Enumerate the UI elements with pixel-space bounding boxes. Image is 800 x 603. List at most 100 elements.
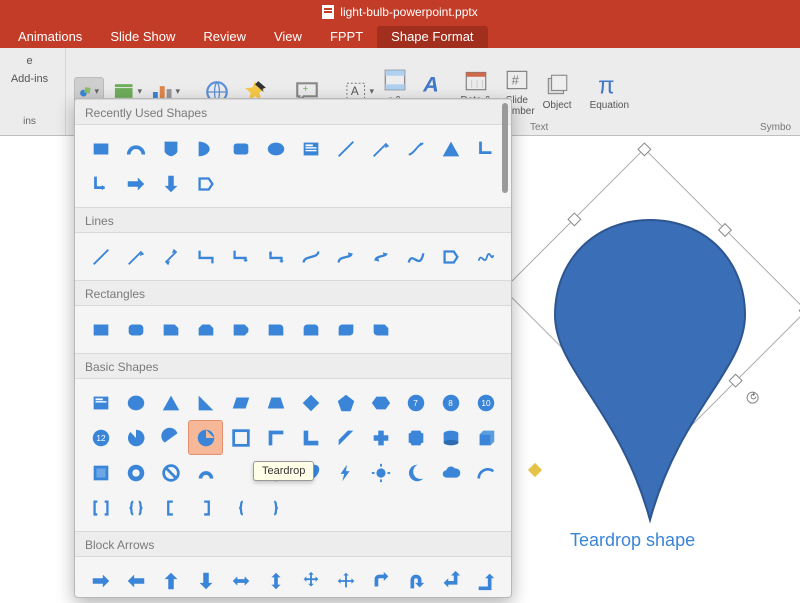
rect-round1[interactable] (258, 312, 293, 347)
shape-pie[interactable] (118, 420, 153, 455)
rect[interactable] (83, 312, 118, 347)
shape-l[interactable] (293, 420, 328, 455)
scribble[interactable] (468, 239, 503, 274)
shape-frame[interactable] (223, 420, 258, 455)
arrow-updown[interactable] (258, 563, 293, 598)
shape-line-arrow[interactable] (363, 131, 398, 166)
line-double-arrow[interactable] (153, 239, 188, 274)
arrow-tri[interactable] (328, 563, 363, 598)
shape-cube[interactable] (468, 420, 503, 455)
arrow-bent-up[interactable] (468, 563, 503, 598)
tab-slide-show[interactable]: Slide Show (96, 26, 189, 48)
shape-cross[interactable] (363, 420, 398, 455)
shape-can[interactable] (433, 420, 468, 455)
shape-right-brace[interactable] (258, 490, 293, 525)
shape-arc[interactable] (118, 131, 153, 166)
shape-half-circle[interactable] (188, 131, 223, 166)
arrow-uturn[interactable] (398, 563, 433, 598)
shape-plaque[interactable] (398, 420, 433, 455)
shape-trapezoid[interactable] (258, 385, 293, 420)
shape-octagon[interactable]: 8 (433, 385, 468, 420)
shape-right-triangle[interactable] (188, 385, 223, 420)
shape-block-arc[interactable] (188, 455, 223, 490)
curve-freeform[interactable] (398, 239, 433, 274)
shape-sun[interactable] (363, 455, 398, 490)
teardrop-shape-on-canvas[interactable] (540, 210, 760, 490)
elbow-connector[interactable] (188, 239, 223, 274)
shape-line[interactable] (328, 131, 363, 166)
rect-snip-round[interactable] (363, 312, 398, 347)
tab-animations[interactable]: Animations (4, 26, 96, 48)
curve-arrow[interactable] (328, 239, 363, 274)
shape-triangle[interactable] (433, 131, 468, 166)
equation-button[interactable]: π Equation (590, 72, 629, 111)
shape-oval2[interactable] (118, 385, 153, 420)
arrow-leftright[interactable] (223, 563, 258, 598)
shape-textbox2[interactable] (83, 385, 118, 420)
rect-snip1[interactable] (153, 312, 188, 347)
shape-triangle2[interactable] (153, 385, 188, 420)
shape-arc2[interactable] (468, 455, 503, 490)
object-button[interactable]: Object (543, 72, 572, 111)
shape-dodecagon[interactable]: 12 (83, 420, 118, 455)
shape-diamond[interactable] (293, 385, 328, 420)
line-1[interactable] (83, 239, 118, 274)
shape-folded-corner[interactable]: Teardrop (223, 455, 258, 490)
arrow-down[interactable] (188, 563, 223, 598)
shape-donut[interactable] (118, 455, 153, 490)
line-arrow[interactable] (118, 239, 153, 274)
shape-parallelogram[interactable] (223, 385, 258, 420)
shape-bevel[interactable] (83, 455, 118, 490)
svg-text:8: 8 (448, 398, 453, 407)
arrow-right[interactable] (83, 563, 118, 598)
shape-textbox[interactable] (293, 131, 328, 166)
shape-shield[interactable] (153, 131, 188, 166)
shape-moon[interactable] (398, 455, 433, 490)
shape-elbow1[interactable] (468, 131, 503, 166)
shape-no[interactable] (153, 455, 188, 490)
shape-diag-stripe[interactable] (328, 420, 363, 455)
shape-double-brace[interactable] (118, 490, 153, 525)
shape-down-arrow[interactable] (153, 166, 188, 201)
tab-review[interactable]: Review (189, 26, 260, 48)
rect-round2[interactable] (293, 312, 328, 347)
shape-left-bracket[interactable] (153, 490, 188, 525)
tab-view[interactable]: View (260, 26, 316, 48)
rect-snip3[interactable] (223, 312, 258, 347)
elbow-connector-arrow[interactable] (223, 239, 258, 274)
shape-freeform[interactable] (188, 166, 223, 201)
arrow-bent[interactable] (363, 563, 398, 598)
tab-shape-format[interactable]: Shape Format (377, 26, 487, 48)
shape-connector[interactable] (398, 131, 433, 166)
shape-cloud[interactable] (433, 455, 468, 490)
shape-pentagon[interactable] (328, 385, 363, 420)
shape-right-bracket[interactable] (188, 490, 223, 525)
tab-fppt[interactable]: FPPT (316, 26, 377, 48)
curve-connector[interactable] (293, 239, 328, 274)
shape-elbow2[interactable] (83, 166, 118, 201)
elbow-double[interactable] (258, 239, 293, 274)
shape-decagon[interactable]: 10 (468, 385, 503, 420)
shape-chord[interactable] (153, 420, 188, 455)
arrow-left-up[interactable] (433, 563, 468, 598)
shape-right-arrow[interactable] (118, 166, 153, 201)
rect-round[interactable] (118, 312, 153, 347)
rect-round-diag[interactable] (328, 312, 363, 347)
shape-left-brace[interactable] (223, 490, 258, 525)
rect-snip2[interactable] (188, 312, 223, 347)
shape-rectangle[interactable] (83, 131, 118, 166)
addins-mid[interactable]: Add-ins (11, 70, 48, 88)
shape-heptagon[interactable]: 7 (398, 385, 433, 420)
arrow-left[interactable] (118, 563, 153, 598)
shape-lightning[interactable] (328, 455, 363, 490)
shape-oval[interactable] (258, 131, 293, 166)
arrow-up[interactable] (153, 563, 188, 598)
curve-double[interactable] (363, 239, 398, 274)
shape-teardrop[interactable] (188, 420, 223, 455)
freeform[interactable] (433, 239, 468, 274)
shape-half-frame[interactable] (258, 420, 293, 455)
shape-rounded-rect[interactable] (223, 131, 258, 166)
shape-hexagon[interactable] (363, 385, 398, 420)
shape-double-bracket[interactable] (83, 490, 118, 525)
arrow-quad[interactable] (293, 563, 328, 598)
